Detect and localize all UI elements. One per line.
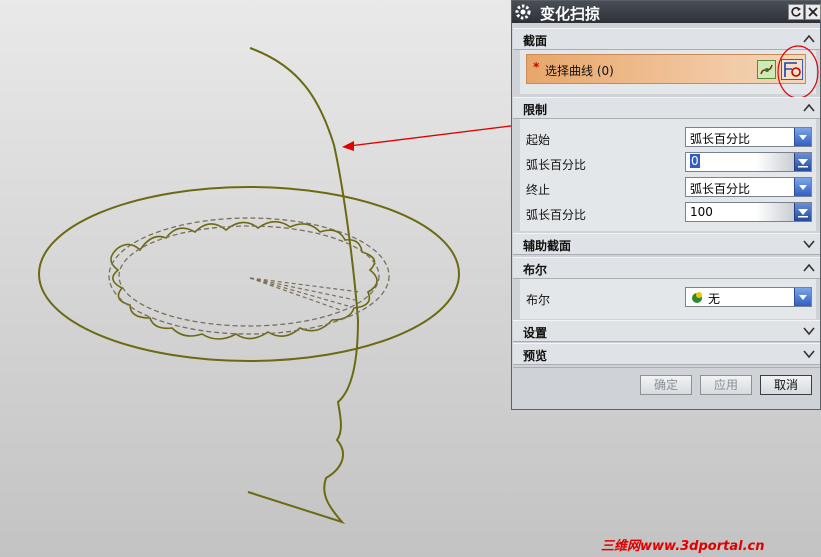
select-curve-label: 选择曲线 (0) [545, 64, 614, 78]
start-percent-value: 0 [690, 154, 700, 168]
gear-icon[interactable] [514, 3, 532, 21]
ok-button[interactable]: 确定 [640, 375, 692, 395]
aux-section-label: 辅助截面 [523, 239, 572, 253]
chevron-down-icon[interactable] [802, 347, 816, 361]
end-percent-value: 100 [690, 205, 713, 219]
settings-section[interactable]: 设置 [513, 320, 820, 342]
chevron-down-icon[interactable] [802, 237, 816, 251]
outer-ellipse [38, 186, 460, 362]
end-value: 弧长百分比 [690, 182, 751, 196]
end-select[interactable]: 弧长百分比 [685, 177, 812, 197]
start-percent-input[interactable]: 0 [685, 152, 812, 172]
dialog-titlebar[interactable]: 变化扫掠 [512, 1, 821, 23]
radial-line [249, 277, 356, 301]
variational-sweep-dialog: 变化扫掠 截面 * 选择曲线 (0) 限制 起始 弧长百分比 弧长百分比 0 终… [511, 0, 821, 410]
dashed-section-inner [118, 225, 380, 327]
watermark: 三维网www.3dportal.cn [601, 539, 765, 554]
boolean-section[interactable]: 布尔 [513, 257, 820, 279]
dropdown-arrow-icon[interactable] [794, 128, 811, 146]
start-label: 起始 [526, 133, 551, 147]
chevron-down-icon[interactable] [802, 324, 816, 338]
limits-label: 限制 [523, 103, 548, 117]
settings-label: 设置 [523, 326, 548, 340]
limits-section[interactable]: 限制 [513, 97, 820, 119]
reset-icon[interactable] [788, 4, 804, 20]
guide-curve [247, 47, 360, 525]
chevron-up-icon[interactable] [802, 101, 816, 115]
boolean-select[interactable]: 无 [685, 287, 812, 307]
section-panel: * 选择曲线 (0) [520, 50, 816, 94]
limits-panel: 起始 弧长百分比 弧长百分比 0 终止 弧长百分比 弧长百分比 100 [520, 119, 816, 231]
end-label: 终止 [526, 183, 551, 197]
preview-section[interactable]: 预览 [513, 343, 820, 365]
boolean-section-label: 布尔 [523, 263, 548, 277]
start-select[interactable]: 弧长百分比 [685, 127, 812, 147]
radial-line [249, 277, 349, 307]
section-header-section[interactable]: 截面 [513, 28, 820, 50]
dropdown-arrow-icon[interactable] [794, 288, 811, 306]
cancel-button[interactable]: 取消 [760, 375, 812, 395]
chevron-up-icon[interactable] [802, 261, 816, 275]
boolean-none-icon [692, 292, 702, 303]
section-header-label: 截面 [523, 34, 548, 48]
highlight-circle [777, 45, 819, 99]
value-menu-icon[interactable] [794, 153, 811, 171]
boolean-panel: 布尔 无 [520, 279, 816, 319]
end-percent-label: 弧长百分比 [526, 208, 587, 222]
curve-select-icon[interactable] [757, 60, 776, 79]
aux-section-section[interactable]: 辅助截面 [513, 233, 820, 255]
start-percent-label: 弧长百分比 [526, 158, 587, 172]
close-icon[interactable] [805, 4, 821, 20]
preview-label: 预览 [523, 349, 548, 363]
end-percent-input[interactable]: 100 [685, 202, 812, 222]
boolean-value: 无 [708, 292, 721, 306]
select-curve-row[interactable]: * 选择曲线 (0) [526, 54, 806, 84]
dropdown-arrow-icon[interactable] [794, 178, 811, 196]
value-menu-icon[interactable] [794, 203, 811, 221]
apply-button[interactable]: 应用 [700, 375, 752, 395]
dialog-title: 变化扫掠 [540, 5, 601, 23]
required-asterisk: * [533, 60, 540, 74]
start-value: 弧长百分比 [690, 132, 751, 146]
boolean-label: 布尔 [526, 293, 551, 307]
